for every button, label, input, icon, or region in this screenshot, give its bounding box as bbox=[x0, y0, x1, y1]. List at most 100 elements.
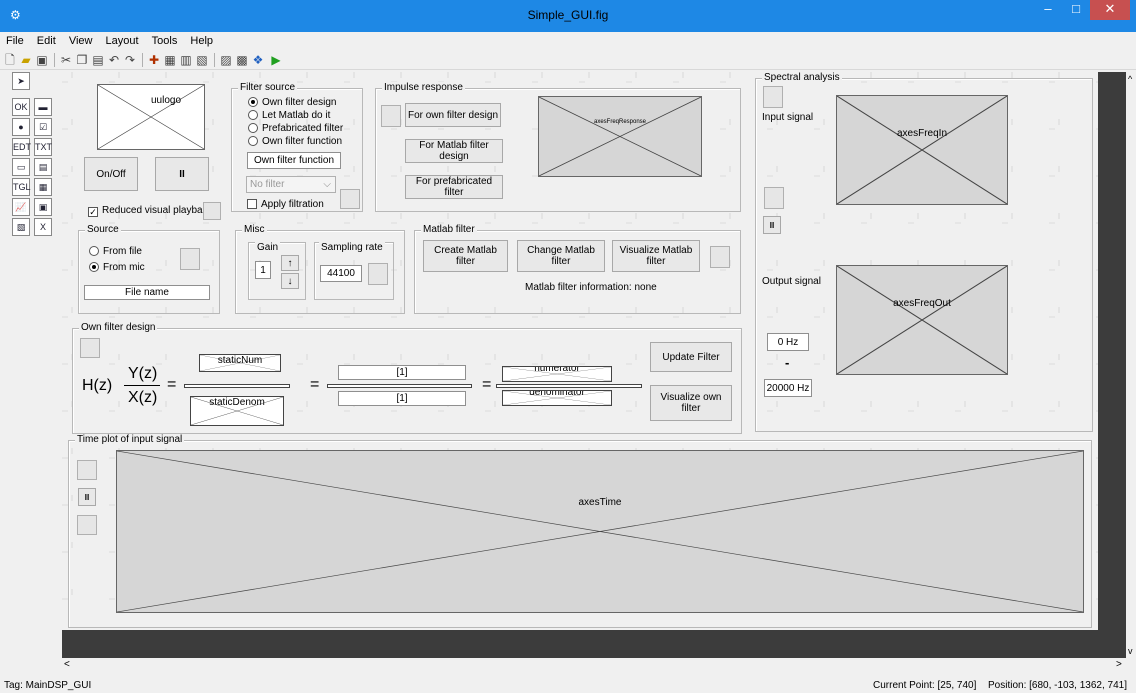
own-filter-function-field[interactable]: Own filter function bbox=[247, 152, 341, 169]
update-filter-button[interactable]: Update Filter bbox=[650, 342, 732, 372]
toggle-button-tool-icon[interactable]: TGL bbox=[12, 178, 31, 196]
menu-view[interactable]: View bbox=[69, 32, 93, 50]
placeholder-button[interactable] bbox=[763, 86, 783, 108]
horizontal-scrollbar[interactable]: < > bbox=[62, 658, 1126, 672]
vertical-scrollbar[interactable]: ^ v bbox=[1126, 72, 1136, 658]
apply-filtration-checkbox[interactable]: Apply filtration bbox=[247, 199, 324, 210]
undo-icon[interactable]: ↶ bbox=[106, 52, 122, 68]
copy-icon[interactable]: ❐ bbox=[74, 52, 90, 68]
open-icon[interactable]: ▰ bbox=[18, 52, 34, 68]
freq-high-field[interactable]: 20000 Hz bbox=[764, 379, 812, 397]
maximize-button[interactable]: □ bbox=[1062, 0, 1090, 20]
placeholder-button[interactable] bbox=[710, 246, 730, 268]
axes-time-label: axesTime bbox=[578, 497, 622, 508]
align-icon[interactable]: ✚ bbox=[146, 52, 162, 68]
placeholder-button[interactable] bbox=[180, 248, 200, 270]
paste-icon[interactable]: ▤ bbox=[90, 52, 106, 68]
radio-button-tool-icon[interactable]: ● bbox=[12, 118, 30, 136]
push-button-tool-icon[interactable]: OK bbox=[12, 98, 30, 116]
denominator-field[interactable]: [1] bbox=[338, 391, 466, 406]
scroll-up-icon[interactable]: ^ bbox=[1128, 74, 1132, 84]
placeholder-button[interactable] bbox=[80, 338, 100, 358]
axes-tool-icon[interactable]: 📈 bbox=[12, 198, 30, 216]
pause-button[interactable]: II bbox=[155, 157, 209, 191]
axes-freq-in[interactable]: axesFreqIn bbox=[836, 95, 1008, 205]
placeholder-button[interactable] bbox=[368, 263, 388, 285]
file-name-field[interactable]: File name bbox=[84, 285, 210, 300]
impulse-matlab-button[interactable]: For Matlab filter design bbox=[405, 139, 503, 163]
toolbar-editor-icon[interactable]: ▧ bbox=[194, 52, 210, 68]
check-box-tool-icon[interactable]: ☑ bbox=[34, 118, 52, 136]
change-matlab-filter-button[interactable]: Change Matlab filter bbox=[517, 240, 605, 272]
create-matlab-filter-button[interactable]: Create Matlab filter bbox=[423, 240, 508, 272]
menu-file[interactable]: File bbox=[6, 32, 24, 50]
radio-own-filter-design[interactable]: Own filter design bbox=[248, 97, 336, 108]
visualize-matlab-filter-button[interactable]: Visualize Matlab filter bbox=[612, 240, 700, 272]
fraction-line-3 bbox=[496, 384, 642, 388]
property-inspector-icon[interactable]: ▩ bbox=[234, 52, 250, 68]
popup-menu-tool-icon[interactable]: ▭ bbox=[12, 158, 30, 176]
static-text-tool-icon[interactable]: TXT bbox=[34, 138, 52, 156]
visualize-own-filter-button[interactable]: Visualize own filter bbox=[650, 385, 732, 421]
button-group-tool-icon[interactable]: ▧ bbox=[12, 218, 30, 236]
scroll-down-icon[interactable]: v bbox=[1128, 646, 1133, 656]
gain-up-button[interactable]: ↑ bbox=[281, 255, 299, 271]
radio-from-file[interactable]: From file bbox=[89, 246, 142, 257]
spectral-pause-button[interactable]: II bbox=[763, 216, 781, 234]
impulse-own-button[interactable]: For own filter design bbox=[405, 103, 501, 127]
menu-help[interactable]: Help bbox=[190, 32, 213, 50]
redo-icon[interactable]: ↷ bbox=[122, 52, 138, 68]
minimize-button[interactable]: – bbox=[1034, 0, 1062, 20]
listbox-tool-icon[interactable]: ▤ bbox=[34, 158, 52, 176]
scroll-left-icon[interactable]: < bbox=[64, 659, 70, 670]
gain-down-button[interactable]: ↓ bbox=[281, 273, 299, 289]
denominator-label: denominator bbox=[529, 390, 585, 398]
placeholder-button[interactable] bbox=[381, 105, 401, 127]
save-icon[interactable]: ▣ bbox=[34, 52, 50, 68]
radio-let-matlab[interactable]: Let Matlab do it bbox=[248, 110, 330, 121]
scroll-right-icon[interactable]: > bbox=[1116, 659, 1122, 670]
run-icon[interactable]: ▶ bbox=[268, 52, 284, 68]
numerator-field[interactable]: [1] bbox=[338, 365, 466, 380]
slider-tool-icon[interactable]: ▬ bbox=[34, 98, 52, 116]
title-bar[interactable]: ⚙ Simple_GUI.fig – □ ✕ bbox=[0, 0, 1136, 32]
impulse-prefab-button[interactable]: For prefabricated filter bbox=[405, 175, 503, 199]
object-browser-icon[interactable]: ❖ bbox=[250, 52, 266, 68]
close-button[interactable]: ✕ bbox=[1090, 0, 1130, 20]
activex-tool-icon[interactable]: X bbox=[34, 218, 52, 236]
toolbar: 🗋 ▰ ▣ ✂ ❐ ▤ ↶ ↷ ✚ ▦ ▥ ▧ ▨ ▩ ❖ ▶ bbox=[0, 50, 1136, 70]
placeholder-button[interactable] bbox=[764, 187, 784, 209]
select-tool-icon[interactable]: ➤ bbox=[12, 72, 30, 90]
numerator-box: numerator bbox=[502, 366, 612, 382]
table-tool-icon[interactable]: ▦ bbox=[34, 178, 52, 196]
placeholder-button[interactable] bbox=[77, 460, 97, 480]
onoff-button[interactable]: On/Off bbox=[84, 157, 138, 191]
menu-tools[interactable]: Tools bbox=[152, 32, 178, 50]
new-icon[interactable]: 🗋 bbox=[2, 52, 18, 68]
placeholder-button[interactable] bbox=[203, 202, 221, 220]
menu-edit[interactable]: Edit bbox=[37, 32, 56, 50]
axes-freq-response[interactable]: axesFreqResponse bbox=[538, 96, 702, 177]
sampling-rate-field[interactable]: 44100 bbox=[320, 265, 362, 282]
axes-freq-out[interactable]: axesFreqOut bbox=[836, 265, 1008, 375]
radio-from-mic[interactable]: From mic bbox=[89, 262, 145, 273]
placeholder-button[interactable] bbox=[340, 189, 360, 209]
reduced-playback-checkbox[interactable]: ✓ Reduced visual playback bbox=[88, 205, 213, 217]
menu-editor-icon[interactable]: ▦ bbox=[162, 52, 178, 68]
filter-popup-menu[interactable]: No filter ⌵ bbox=[246, 176, 336, 193]
gain-field[interactable]: 1 bbox=[255, 261, 271, 279]
placeholder-button[interactable] bbox=[77, 515, 97, 535]
panel-tool-icon[interactable]: ▣ bbox=[34, 198, 52, 216]
tab-order-icon[interactable]: ▥ bbox=[178, 52, 194, 68]
time-plot-pause-button[interactable]: II bbox=[78, 488, 96, 506]
editor-icon[interactable]: ▨ bbox=[218, 52, 234, 68]
axes-time[interactable]: axesTime bbox=[116, 450, 1084, 613]
freq-low-field[interactable]: 0 Hz bbox=[767, 333, 809, 351]
menu-layout[interactable]: Layout bbox=[106, 32, 139, 50]
static-num-label: staticNum bbox=[217, 355, 263, 366]
radio-prefabricated[interactable]: Prefabricated filter bbox=[248, 123, 343, 134]
radio-own-function[interactable]: Own filter function bbox=[248, 136, 342, 147]
logo-axes[interactable]: uulogo bbox=[97, 84, 205, 150]
cut-icon[interactable]: ✂ bbox=[58, 52, 74, 68]
edit-text-tool-icon[interactable]: EDT bbox=[12, 138, 31, 156]
